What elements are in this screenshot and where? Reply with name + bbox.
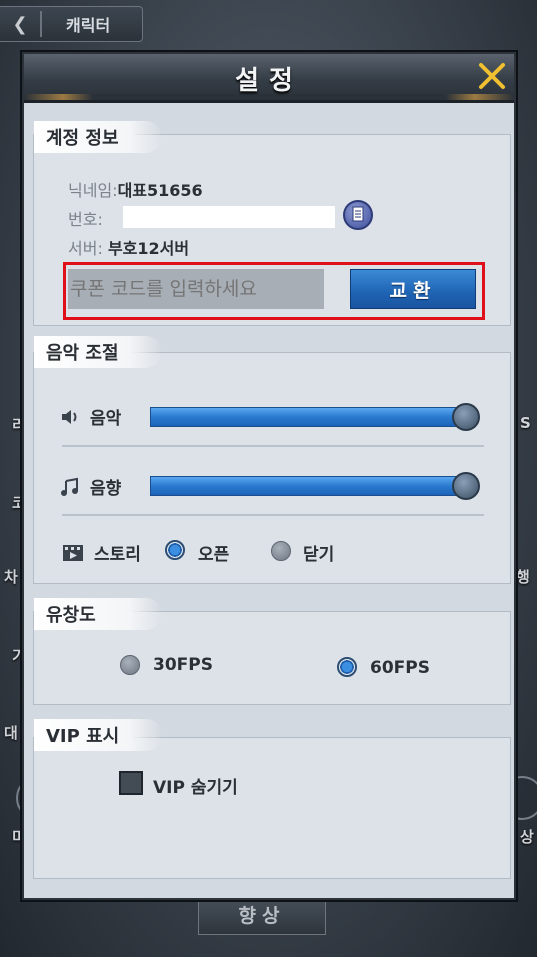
sfx-label-row: 음향 (60, 474, 121, 499)
music-label: 음악 (90, 409, 122, 429)
story-open-radio[interactable] (165, 540, 185, 560)
background-right-label-3: 상 (520, 828, 534, 846)
sound-divider-2 (62, 514, 484, 516)
sfx-slider-knob[interactable] (452, 472, 480, 500)
server-row: 서버: 부호12서버 (68, 235, 189, 259)
story-label-row: 스토리 (62, 540, 141, 565)
sfx-slider[interactable] (150, 476, 466, 496)
coupon-code-input[interactable] (68, 269, 324, 309)
sound-section-label: 음악 조절 (34, 336, 162, 368)
story-open-label: 오픈 (198, 545, 230, 565)
copy-icon (352, 206, 364, 222)
exchange-button[interactable]: 교환 (350, 269, 476, 309)
speaker-icon (62, 409, 77, 424)
fps60-label: 60FPS (370, 658, 430, 678)
background-character-tab[interactable]: ❮ 캐릭터 (0, 6, 143, 42)
nickname-row: 닉네임:대표51656 (68, 177, 203, 201)
vip-hide-checkbox[interactable] (119, 771, 143, 795)
tab-divider (40, 11, 42, 37)
nickname-key: 닉네임: (68, 181, 118, 200)
background-tab-label: 캐릭터 (66, 16, 111, 35)
back-arrow-icon[interactable]: ❮ (0, 14, 40, 35)
dialog-title: 설정 (235, 66, 303, 96)
story-label: 스토리 (94, 545, 141, 565)
number-row: 번호: (68, 206, 103, 230)
video-clip-icon (63, 544, 83, 561)
background-left-label-3: 차 (4, 568, 18, 586)
story-close-radio[interactable] (271, 541, 291, 561)
music-slider[interactable] (150, 407, 466, 427)
vip-section (33, 737, 511, 879)
background-right-label-1: S (520, 414, 531, 432)
number-key: 번호: (68, 210, 103, 229)
music-label-row: 음악 (60, 404, 121, 429)
fluency-section-label: 유창도 (34, 598, 162, 630)
close-icon[interactable] (474, 58, 510, 94)
story-close-label: 닫기 (303, 545, 335, 565)
fps30-label: 30FPS (153, 655, 213, 675)
background-left-label-5: 대 (4, 724, 18, 742)
background-right-label-2: 행 (516, 568, 530, 586)
music-note-icon (61, 477, 78, 496)
sfx-label: 음향 (90, 479, 122, 499)
account-section-label: 계정 정보 (34, 121, 162, 153)
server-value: 부호12서버 (107, 239, 190, 258)
close-button[interactable] (474, 58, 510, 94)
sound-divider-1 (62, 445, 484, 447)
user-number-value (123, 206, 335, 228)
dialog-header: 설정 (24, 54, 514, 103)
vip-hide-label: VIP 숨기기 (153, 778, 238, 798)
nickname-value: 대표51656 (117, 181, 203, 200)
vip-section-label: VIP 표시 (34, 719, 162, 751)
fps30-radio[interactable] (120, 655, 140, 675)
music-slider-knob[interactable] (452, 403, 480, 431)
fps60-radio[interactable] (337, 657, 357, 677)
server-key: 서버: (68, 239, 103, 258)
copy-button[interactable] (343, 200, 373, 230)
